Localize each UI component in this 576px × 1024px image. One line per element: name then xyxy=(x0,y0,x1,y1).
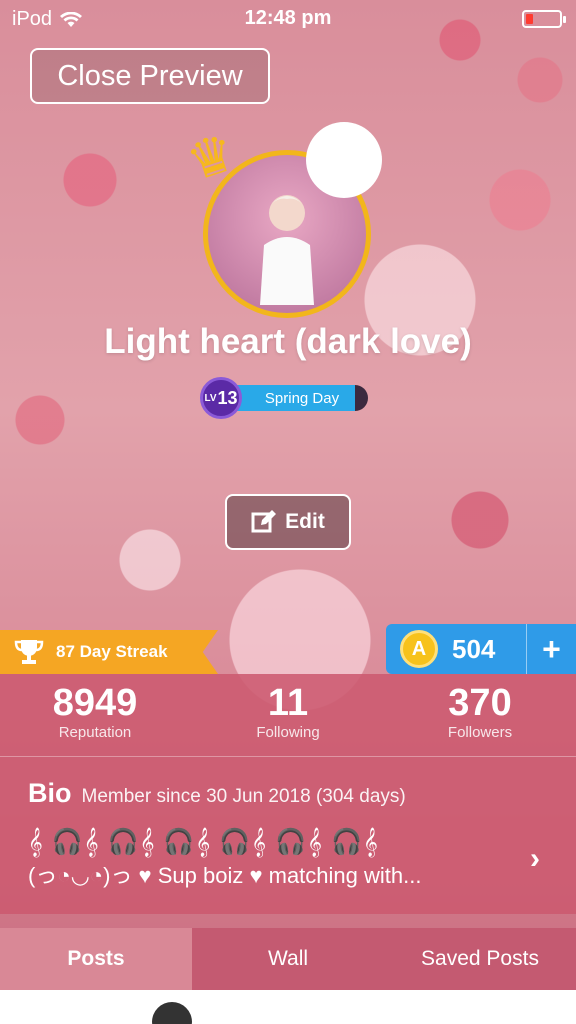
streak-label: 87 Day Streak xyxy=(56,642,168,661)
battery-icon xyxy=(522,10,566,28)
trophy-icon xyxy=(14,640,44,664)
chevron-right-icon[interactable]: › xyxy=(530,842,540,876)
avatar-photo xyxy=(260,195,314,305)
posts-area xyxy=(0,990,576,1024)
stat-following[interactable]: 11 Following xyxy=(193,682,383,741)
edit-button[interactable]: Edit xyxy=(225,494,351,550)
coin-count: 504 xyxy=(452,633,496,664)
stat-value: 370 xyxy=(448,682,512,724)
edit-icon xyxy=(251,510,277,533)
bio-notes-line[interactable]: 𝄞 🎧𝄞 🎧𝄞 🎧𝄞 🎧𝄞 🎧𝄞 🎧𝄞 xyxy=(28,828,379,857)
close-preview-button[interactable]: Close Preview xyxy=(30,48,270,104)
level-number: 13 xyxy=(217,387,238,408)
bio-text[interactable]: (っ◔◡◔)っ ♥ Sup boiz ♥ matching with... xyxy=(28,858,421,890)
level-prefix: LV xyxy=(204,392,217,404)
stats-row: 8949 Reputation 11 Following 370 Followe… xyxy=(0,682,576,754)
level-number-badge: LV 13 xyxy=(200,377,242,419)
tab-posts[interactable]: Posts xyxy=(0,928,192,990)
tab-wall[interactable]: Wall xyxy=(192,928,384,990)
stat-reputation[interactable]: 8949 Reputation xyxy=(0,682,190,741)
stat-label: Following xyxy=(256,723,320,741)
coin-balance[interactable]: A 504 + xyxy=(386,624,576,674)
tab-saved-posts[interactable]: Saved Posts xyxy=(384,928,576,990)
divider xyxy=(0,756,576,757)
streak-badge[interactable]: 87 Day Streak xyxy=(0,630,218,674)
stat-value: 8949 xyxy=(52,682,138,724)
level-title: Spring Day xyxy=(264,389,340,407)
member-since: Member since 30 Jun 2018 (304 days) xyxy=(81,786,406,807)
bio-header: Bio Member since 30 Jun 2018 (304 days) xyxy=(28,778,406,809)
stat-followers[interactable]: 370 Followers xyxy=(385,682,575,741)
coin-icon: A xyxy=(400,630,438,668)
status-bar: iPod 12:48 pm xyxy=(0,0,576,36)
bio-title: Bio xyxy=(28,778,72,808)
stat-label: Reputation xyxy=(58,723,132,741)
mood-emoji-icon[interactable]: 😰 xyxy=(306,122,382,198)
stat-value: 11 xyxy=(267,682,309,724)
profile-tabs: Posts Wall Saved Posts xyxy=(0,928,576,990)
edit-label: Edit xyxy=(285,510,325,533)
level-progress-bar: Spring Day xyxy=(236,385,368,411)
stat-label: Followers xyxy=(447,723,513,741)
status-time: 12:48 pm xyxy=(244,7,332,29)
level-badge[interactable]: LV 13 Spring Day xyxy=(200,377,368,419)
create-post-icon[interactable] xyxy=(152,1002,192,1024)
profile-name: Light heart (dark love) xyxy=(104,322,472,361)
add-coins-button[interactable]: + xyxy=(526,624,576,674)
